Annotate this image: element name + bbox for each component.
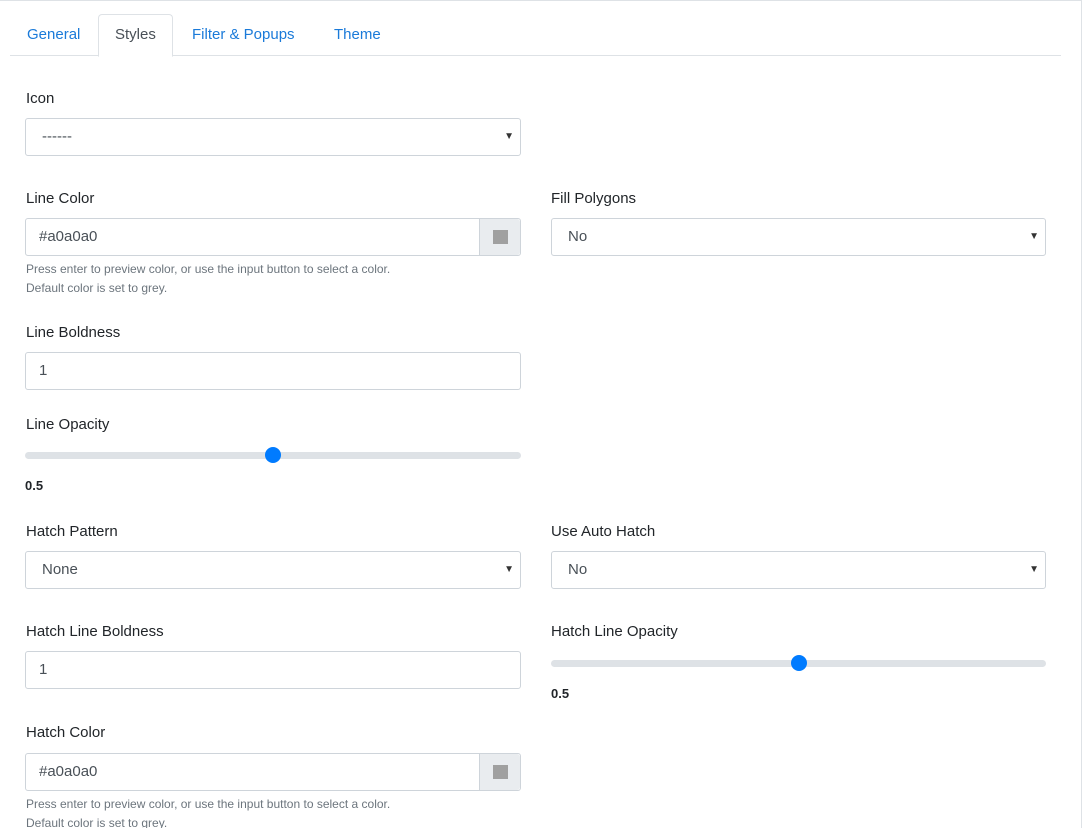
line-color-help-text: Press enter to preview color, or use the… xyxy=(26,262,391,276)
line-color-input-group: #a0a0a0 xyxy=(25,218,521,256)
hatch-color-label: Hatch Color xyxy=(26,724,106,741)
tab-styles[interactable]: Styles xyxy=(98,14,173,57)
hatch-line-boldness-label: Hatch Line Boldness xyxy=(26,623,164,640)
chevron-down-icon: ▼ xyxy=(504,564,514,575)
use-auto-hatch-select[interactable]: No ▼ xyxy=(551,551,1046,589)
icon-select-value: ------ xyxy=(42,128,72,145)
hatch-line-opacity-slider[interactable] xyxy=(551,655,1046,671)
tab-bar: General Styles Filter & Popups Theme xyxy=(10,14,1061,57)
line-color-picker-button[interactable] xyxy=(479,219,520,255)
line-color-input[interactable]: #a0a0a0 xyxy=(39,219,97,255)
hatch-color-help-text: Press enter to preview color, or use the… xyxy=(26,797,391,811)
line-opacity-slider[interactable] xyxy=(25,447,521,463)
color-swatch-icon xyxy=(493,765,508,779)
slider-thumb[interactable] xyxy=(265,447,281,463)
chevron-down-icon: ▼ xyxy=(1029,564,1039,575)
line-boldness-input[interactable]: 1 xyxy=(25,352,521,390)
tab-general[interactable]: General xyxy=(10,14,97,56)
chevron-down-icon: ▼ xyxy=(504,131,514,142)
icon-label: Icon xyxy=(26,90,55,107)
hatch-line-boldness-input[interactable]: 1 xyxy=(25,651,521,689)
color-swatch-icon xyxy=(493,230,508,244)
line-opacity-label: Line Opacity xyxy=(26,416,110,433)
chevron-down-icon: ▼ xyxy=(1029,231,1039,242)
hatch-color-input-group: #a0a0a0 xyxy=(25,753,521,791)
tab-filter-popups[interactable]: Filter & Popups xyxy=(175,14,312,56)
fill-polygons-select[interactable]: No ▼ xyxy=(551,218,1046,256)
hatch-color-picker-button[interactable] xyxy=(479,754,520,790)
hatch-pattern-select[interactable]: None ▼ xyxy=(25,551,521,589)
hatch-line-opacity-value: 0.5 xyxy=(551,686,570,701)
use-auto-hatch-label: Use Auto Hatch xyxy=(551,523,656,540)
line-color-label: Line Color xyxy=(26,190,95,207)
hatch-pattern-value: None xyxy=(42,561,78,578)
hatch-line-opacity-label: Hatch Line Opacity xyxy=(551,623,678,640)
line-color-default-text: Default color is set to grey. xyxy=(26,281,168,295)
slider-thumb[interactable] xyxy=(790,655,807,671)
fill-polygons-label: Fill Polygons xyxy=(551,190,637,207)
hatch-color-default-text: Default color is set to grey. xyxy=(26,816,168,828)
line-opacity-value: 0.5 xyxy=(25,478,44,493)
use-auto-hatch-value: No xyxy=(568,561,588,578)
hatch-pattern-label: Hatch Pattern xyxy=(26,523,118,540)
line-boldness-label: Line Boldness xyxy=(26,324,121,341)
tab-theme[interactable]: Theme xyxy=(317,14,398,56)
hatch-color-input[interactable]: #a0a0a0 xyxy=(39,754,97,790)
icon-select[interactable]: ------ ▼ xyxy=(25,118,521,156)
fill-polygons-value: No xyxy=(568,228,588,245)
